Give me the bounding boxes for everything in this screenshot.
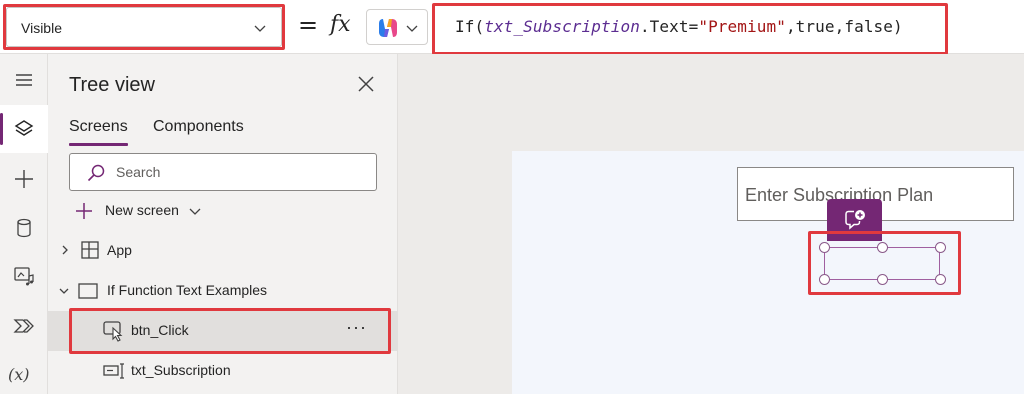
button-node-highlight — [69, 308, 391, 354]
plus-icon — [76, 203, 92, 219]
tree-view-title: Tree view — [69, 74, 155, 96]
copilot-icon — [379, 19, 397, 37]
equals-sign: = — [298, 11, 319, 39]
formula-bar: Visible = fx If(txt_Subscription.Text="P… — [0, 0, 1024, 55]
media-icon — [14, 267, 34, 286]
tree-node-label: If Function Text Examples — [107, 282, 268, 298]
tree-node-screen[interactable]: If Function Text Examples — [48, 271, 397, 311]
tab-screens[interactable]: Screens — [69, 118, 128, 146]
hamburger-icon — [16, 74, 32, 86]
layers-icon — [14, 120, 34, 136]
app-window: Visible = fx If(txt_Subscription.Text="P… — [0, 0, 1024, 394]
close-icon[interactable] — [356, 74, 376, 94]
rail-menu[interactable] — [0, 56, 48, 104]
tree-node-text-input[interactable]: txt_Subscription — [48, 351, 397, 391]
formula-highlight — [432, 3, 948, 55]
chevron-down-icon — [189, 208, 201, 215]
text-input-icon — [103, 363, 124, 379]
app-icon — [81, 241, 99, 259]
database-icon — [17, 218, 31, 238]
connectors-icon — [13, 319, 34, 333]
canvas-control-highlight — [808, 231, 961, 295]
search-placeholder: Search — [116, 164, 161, 180]
rail-media[interactable] — [0, 252, 48, 300]
chevron-right-icon — [62, 245, 68, 255]
tab-components[interactable]: Components — [153, 118, 244, 136]
tree-view-panel: Tree view Screens Components Search New … — [48, 54, 398, 394]
variables-icon: (x) — [8, 365, 30, 384]
chevron-down-icon — [406, 25, 418, 32]
property-highlight — [3, 4, 285, 50]
search-icon — [87, 164, 105, 182]
tree-node-app[interactable]: App — [48, 231, 397, 271]
comment-add-icon — [845, 210, 865, 230]
fx-icon[interactable]: fx — [330, 12, 351, 37]
screen-icon — [78, 283, 98, 299]
rail-variables[interactable]: (x) — [0, 352, 48, 394]
plus-icon — [15, 170, 33, 188]
left-rail: (x) — [0, 54, 48, 394]
rail-data[interactable] — [0, 204, 48, 252]
new-screen-label: New screen — [105, 202, 179, 218]
rail-power-automate[interactable] — [0, 302, 48, 350]
rail-tree-view[interactable] — [0, 105, 48, 153]
tree-node-label: App — [107, 242, 132, 258]
tree-node-label: txt_Subscription — [131, 362, 231, 378]
copilot-button[interactable] — [366, 9, 428, 45]
chevron-down-icon — [59, 288, 69, 294]
rail-insert[interactable] — [0, 155, 48, 203]
search-input[interactable]: Search — [69, 153, 377, 191]
